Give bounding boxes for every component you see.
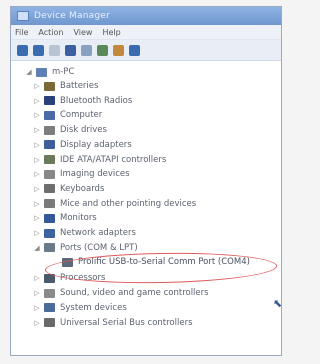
tree-category-row[interactable]: ▷ Mice and other pointing devices: [33, 197, 196, 211]
tree-item-label: Universal Serial Bus controllers: [60, 317, 193, 328]
sound-icon: [44, 288, 55, 298]
tree-item-label: Monitors: [60, 213, 97, 224]
bluetooth-icon: [44, 96, 55, 106]
tree-category-row[interactable]: ▷ Sound, video and game controllers: [33, 286, 209, 300]
tree-category-row[interactable]: ▷ Network adapters: [33, 226, 136, 240]
system-icon: [44, 303, 55, 313]
menu-file[interactable]: File: [15, 28, 28, 37]
title-bar[interactable]: Device Manager: [11, 7, 281, 25]
properties-icon[interactable]: [49, 44, 60, 56]
tree-category-row[interactable]: ▷ Keyboards: [33, 182, 104, 196]
ide-icon: [44, 155, 55, 164]
tree-item-label: Display adapters: [60, 139, 132, 150]
tree-category-row[interactable]: ▷ Batteries: [33, 79, 98, 93]
network-icon: [44, 228, 55, 238]
display-icon: [44, 140, 55, 150]
device-manager-window: Device Manager File Action View Help ◢ m…: [10, 6, 282, 356]
camera-icon: [44, 169, 55, 179]
expand-icon[interactable]: ▷: [33, 126, 41, 134]
tree-category-row[interactable]: ▷ Computer: [33, 108, 102, 122]
tree-item-label: Imaging devices: [60, 169, 130, 180]
forward-icon[interactable]: [33, 44, 44, 56]
expand-icon[interactable]: ▷: [33, 170, 41, 178]
tree-item-label: Disk drives: [60, 125, 107, 136]
expand-icon[interactable]: ▷: [33, 141, 41, 149]
disk-icon: [44, 125, 55, 135]
usb-icon: [44, 318, 55, 327]
expand-icon[interactable]: ▷: [33, 111, 41, 119]
back-icon[interactable]: [17, 44, 28, 56]
window-title: Device Manager: [34, 11, 110, 21]
scan-icon[interactable]: [81, 44, 92, 56]
tree-item-label: Ports (COM & LPT): [60, 242, 138, 253]
tree-item-label: System devices: [60, 302, 127, 313]
menu-bar: File Action View Help: [11, 25, 281, 40]
expand-icon[interactable]: ▷: [33, 200, 41, 208]
collapse-icon[interactable]: ◢: [33, 244, 41, 252]
mouse-cursor-icon: ⬉: [273, 297, 282, 310]
tree-category-row[interactable]: ▷ System devices: [33, 301, 127, 315]
tree-item-label: IDE ATA/ATAPI controllers: [60, 154, 167, 165]
toolbar: [11, 40, 281, 61]
expand-icon[interactable]: ▷: [33, 156, 41, 164]
tree-item-label: Network adapters: [60, 228, 136, 238]
tree-category-row[interactable]: ▷ Monitors: [33, 211, 97, 225]
tree-category-row[interactable]: ▷ Display adapters: [33, 138, 132, 152]
tree-category-row[interactable]: ▷ Imaging devices: [33, 167, 130, 181]
expand-icon[interactable]: ▷: [33, 304, 41, 312]
tree-item-label: Bluetooth Radios: [60, 95, 133, 106]
computer-icon: [44, 110, 55, 120]
help-icon[interactable]: [65, 44, 76, 56]
menu-view[interactable]: View: [73, 28, 92, 37]
battery-icon: [44, 81, 55, 91]
tree-item-label: Computer: [60, 110, 103, 121]
tree-item-label: Keyboards: [60, 183, 105, 194]
tree-category-row[interactable]: ▷ IDE ATA/ATAPI controllers: [33, 153, 166, 167]
tree-category-row[interactable]: ◢ Ports (COM & LPT): [33, 241, 138, 255]
device-tree: ◢ m-PC ▷ Batteries ▷ Bluetooth Radios ▷ Compu…: [11, 61, 281, 328]
expand-icon[interactable]: ▷: [33, 185, 41, 193]
mouse-icon: [44, 199, 55, 209]
tree-category-row[interactable]: ▷ Universal Serial Bus controllers: [33, 316, 193, 330]
tree-item-label: Mice and other pointing devices: [60, 198, 197, 209]
uninstall-icon[interactable]: [113, 44, 124, 56]
expand-icon[interactable]: ▷: [33, 274, 41, 282]
expand-icon[interactable]: ▷: [33, 319, 41, 327]
expand-icon[interactable]: ▷: [33, 82, 41, 90]
expand-icon[interactable]: ▷: [33, 289, 41, 297]
tree-category-row[interactable]: ▷ Bluetooth Radios: [33, 94, 132, 108]
tree-root-label: m-PC: [52, 67, 75, 77]
update-icon[interactable]: [97, 44, 108, 56]
tree-root[interactable]: ◢ m-PC: [25, 65, 74, 79]
monitor-icon: [44, 213, 55, 223]
keyboard-icon: [44, 184, 55, 194]
expand-icon[interactable]: ▷: [33, 214, 41, 222]
menu-action[interactable]: Action: [38, 28, 63, 37]
computer-root-icon: [36, 67, 47, 77]
collapse-icon[interactable]: ◢: [25, 68, 33, 76]
disable-icon[interactable]: [129, 44, 140, 56]
port-icon: [44, 243, 55, 253]
tree-category-row[interactable]: ▷ Disk drives: [33, 123, 107, 137]
tree-item-label: Sound, video and game controllers: [60, 288, 209, 299]
menu-help[interactable]: Help: [102, 28, 120, 37]
expand-icon[interactable]: ▷: [33, 97, 41, 105]
tree-item-label: Batteries: [60, 81, 99, 91]
expand-icon[interactable]: ▷: [33, 229, 41, 237]
device-manager-icon: [17, 11, 29, 21]
